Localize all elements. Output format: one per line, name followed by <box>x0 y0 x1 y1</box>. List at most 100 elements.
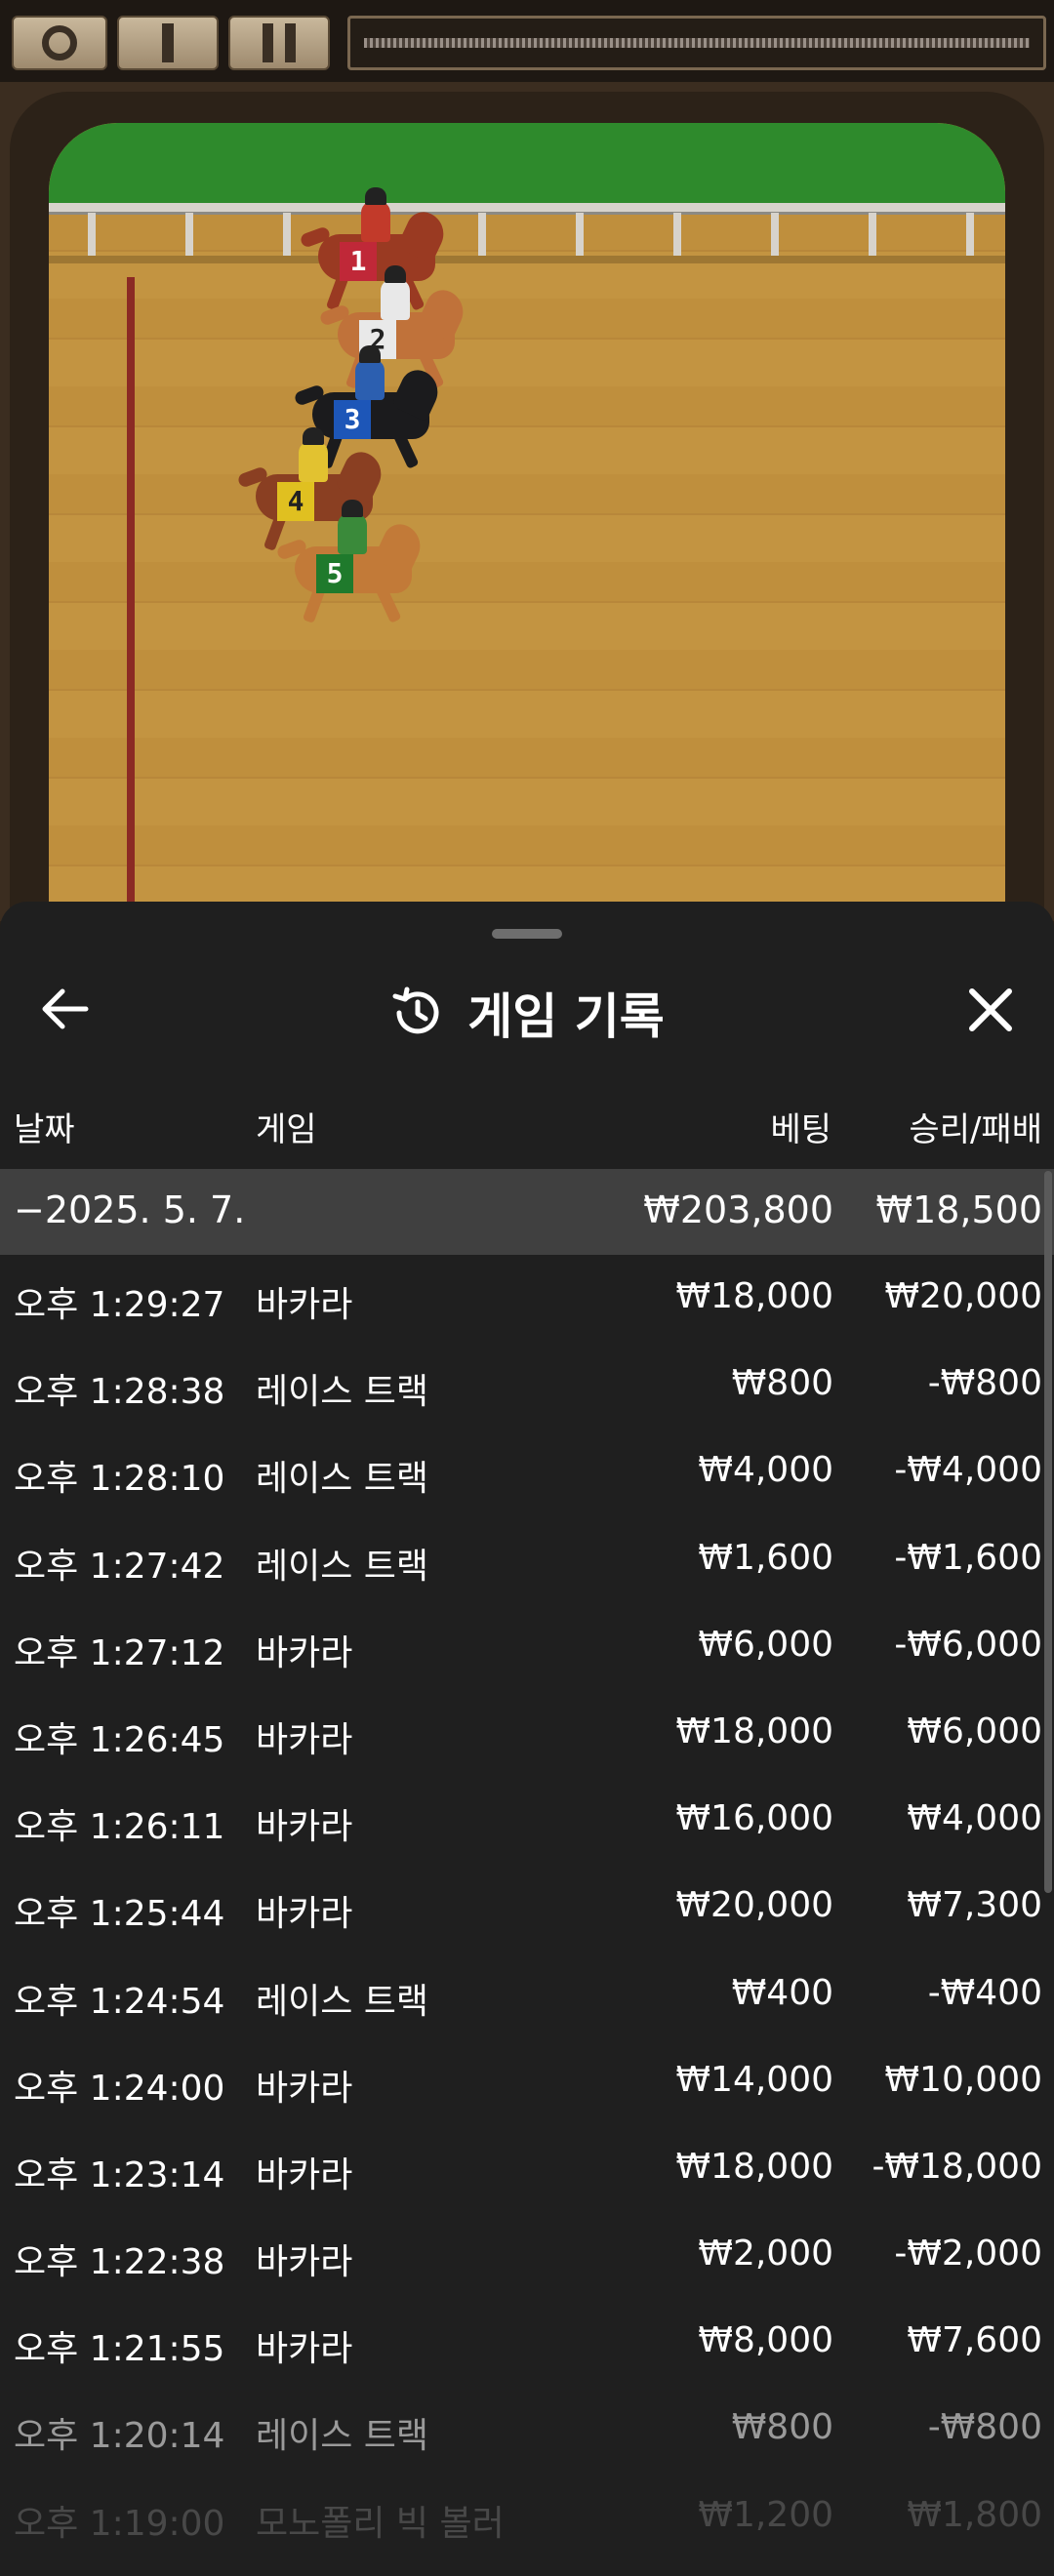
row-game: 바카라 <box>256 1719 353 1760</box>
close-icon <box>969 988 1012 1031</box>
row-game: 바카라 <box>256 1894 353 1935</box>
horse-5: 5 <box>275 500 427 628</box>
row-time: 오후 1:20:14 <box>14 2416 225 2457</box>
column-header-date: 날짜 <box>14 1110 75 1149</box>
scrollbar[interactable] <box>1044 1171 1052 1893</box>
history-row[interactable]: 오후 1:27:42 레이스 트랙 ₩1,600 -₩1,600 <box>0 1516 1054 1603</box>
horse-number: 5 <box>316 554 353 593</box>
sheet-header: 게임 기록 <box>0 960 1054 1058</box>
row-time: 오후 1:26:11 <box>14 1807 225 1848</box>
history-list: −2025. 5. 7. ₩203,800 ₩18,500 오후 1:29:27… <box>0 1169 1054 2560</box>
progress-track <box>364 38 1030 48</box>
history-row[interactable]: 오후 1:28:10 레이스 트랙 ₩4,000 -₩4,000 <box>0 1429 1054 1515</box>
row-game: 바카라 <box>256 1807 353 1848</box>
rail-post <box>576 213 584 256</box>
history-row[interactable]: 오후 1:24:54 레이스 트랙 ₩400 -₩400 <box>0 1952 1054 2038</box>
record-button[interactable] <box>12 16 107 70</box>
rail-post <box>88 213 96 256</box>
row-time: 오후 1:27:12 <box>14 1632 225 1673</box>
row-time: 오후 1:26:45 <box>14 1719 225 1760</box>
row-win-loss: ₩4,000 <box>907 1798 1042 1839</box>
rail-post <box>673 213 681 256</box>
row-bet: ₩18,000 <box>675 1711 833 1751</box>
row-bet: ₩2,000 <box>698 2234 833 2274</box>
pause-button[interactable] <box>228 16 330 70</box>
history-row[interactable]: 오후 1:19:00 모노폴리 빅 볼러 ₩1,200 ₩1,800 <box>0 2474 1054 2560</box>
history-row[interactable]: 오후 1:25:44 바카라 ₩20,000 ₩7,300 <box>0 1864 1054 1951</box>
row-win-loss: -₩800 <box>927 1363 1042 1404</box>
row-game: 바카라 <box>256 2329 353 2370</box>
row-win-loss: ₩10,000 <box>884 2059 1042 2100</box>
row-bet: ₩16,000 <box>675 1798 833 1839</box>
row-game: 바카라 <box>256 1632 353 1673</box>
row-time: 오후 1:21:55 <box>14 2329 225 2370</box>
track-edge <box>49 256 1005 263</box>
sheet-title-group: 게임 기록 <box>0 978 1054 1048</box>
row-time: 오후 1:24:54 <box>14 1981 225 2022</box>
column-header-win-loss: 승리/패배 <box>909 1110 1042 1149</box>
row-win-loss: -₩400 <box>927 1972 1042 2013</box>
history-row[interactable]: 오후 1:21:55 바카라 ₩8,000 ₩7,600 <box>0 2299 1054 2386</box>
row-bet: ₩400 <box>731 1972 833 2013</box>
history-row[interactable]: 오후 1:23:14 바카라 ₩18,000 -₩18,000 <box>0 2125 1054 2212</box>
row-bet: ₩8,000 <box>698 2320 833 2361</box>
history-row[interactable]: 오후 1:20:14 레이스 트랙 ₩800 -₩800 <box>0 2386 1054 2473</box>
row-bet: ₩4,000 <box>698 1450 833 1491</box>
row-game: 레이스 트랙 <box>256 1459 429 1500</box>
rail-post <box>771 213 779 256</box>
row-bet: ₩800 <box>731 2407 833 2448</box>
bar-icon <box>162 23 174 62</box>
row-win-loss: -₩6,000 <box>894 1624 1042 1665</box>
row-game: 바카라 <box>256 2154 353 2195</box>
row-win-loss: -₩2,000 <box>894 2234 1042 2274</box>
column-header-bet: 베팅 <box>770 1110 831 1149</box>
group-win-total: ₩18,500 <box>875 1188 1042 1231</box>
race-track-scene: 12345 <box>0 82 1054 970</box>
history-row[interactable]: 오후 1:28:38 레이스 트랙 ₩800 -₩800 <box>0 1342 1054 1429</box>
finish-line <box>127 277 135 962</box>
group-date: −2025. 5. 7. <box>14 1188 246 1231</box>
row-game: 레이스 트랙 <box>256 2416 429 2457</box>
row-time: 오후 1:28:10 <box>14 1459 225 1500</box>
row-game: 바카라 <box>256 2068 353 2109</box>
row-time: 오후 1:29:27 <box>14 1285 225 1325</box>
drag-handle[interactable] <box>492 929 562 939</box>
table-header: 날짜 게임 베팅 승리/패배 <box>0 1093 1054 1155</box>
row-bet: ₩14,000 <box>675 2059 833 2100</box>
horse-number: 3 <box>334 400 371 439</box>
history-row[interactable]: 오후 1:24:00 바카라 ₩14,000 ₩10,000 <box>0 2038 1054 2125</box>
history-row[interactable]: 오후 1:22:38 바카라 ₩2,000 -₩2,000 <box>0 2212 1054 2299</box>
history-row[interactable]: 오후 1:29:27 바카라 ₩18,000 ₩20,000 <box>0 1255 1054 1342</box>
row-game: 바카라 <box>256 2242 353 2283</box>
row-win-loss: ₩20,000 <box>884 1276 1042 1316</box>
row-win-loss: -₩1,600 <box>894 1537 1042 1578</box>
circle-icon <box>42 25 77 60</box>
history-row[interactable]: 오후 1:27:12 바카라 ₩6,000 -₩6,000 <box>0 1603 1054 1690</box>
history-row[interactable]: 오후 1:26:11 바카라 ₩16,000 ₩4,000 <box>0 1777 1054 1864</box>
row-win-loss: -₩18,000 <box>872 2146 1042 2187</box>
row-win-loss: ₩1,800 <box>907 2494 1042 2535</box>
rail-post <box>869 213 876 256</box>
row-bet: ₩800 <box>731 1363 833 1404</box>
row-bet: ₩6,000 <box>698 1624 833 1665</box>
rail-post <box>966 213 974 256</box>
row-time: 오후 1:24:00 <box>14 2068 225 2109</box>
row-bet: ₩18,000 <box>675 1276 833 1316</box>
history-rows: 오후 1:29:27 바카라 ₩18,000 ₩20,000 오후 1:28:38 레이스… <box>0 1255 1054 2560</box>
play-button[interactable] <box>117 16 219 70</box>
track-surface <box>49 123 1005 962</box>
row-bet: ₩20,000 <box>675 1885 833 1926</box>
close-button[interactable] <box>956 976 1025 1044</box>
row-game: 바카라 <box>256 1285 353 1325</box>
row-time: 오후 1:28:38 <box>14 1372 225 1413</box>
date-group-row[interactable]: −2025. 5. 7. ₩203,800 ₩18,500 <box>0 1169 1054 1255</box>
pause-icon <box>263 23 296 62</box>
row-win-loss: ₩6,000 <box>907 1711 1042 1751</box>
column-header-game: 게임 <box>256 1110 317 1149</box>
row-bet: ₩18,000 <box>675 2146 833 2187</box>
sheet-title: 게임 기록 <box>467 988 665 1045</box>
history-row[interactable]: 오후 1:26:45 바카라 ₩18,000 ₩6,000 <box>0 1690 1054 1777</box>
row-game: 모노폴리 빅 볼러 <box>256 2503 505 2544</box>
rail-post <box>185 213 193 256</box>
row-time: 오후 1:19:00 <box>14 2503 225 2544</box>
